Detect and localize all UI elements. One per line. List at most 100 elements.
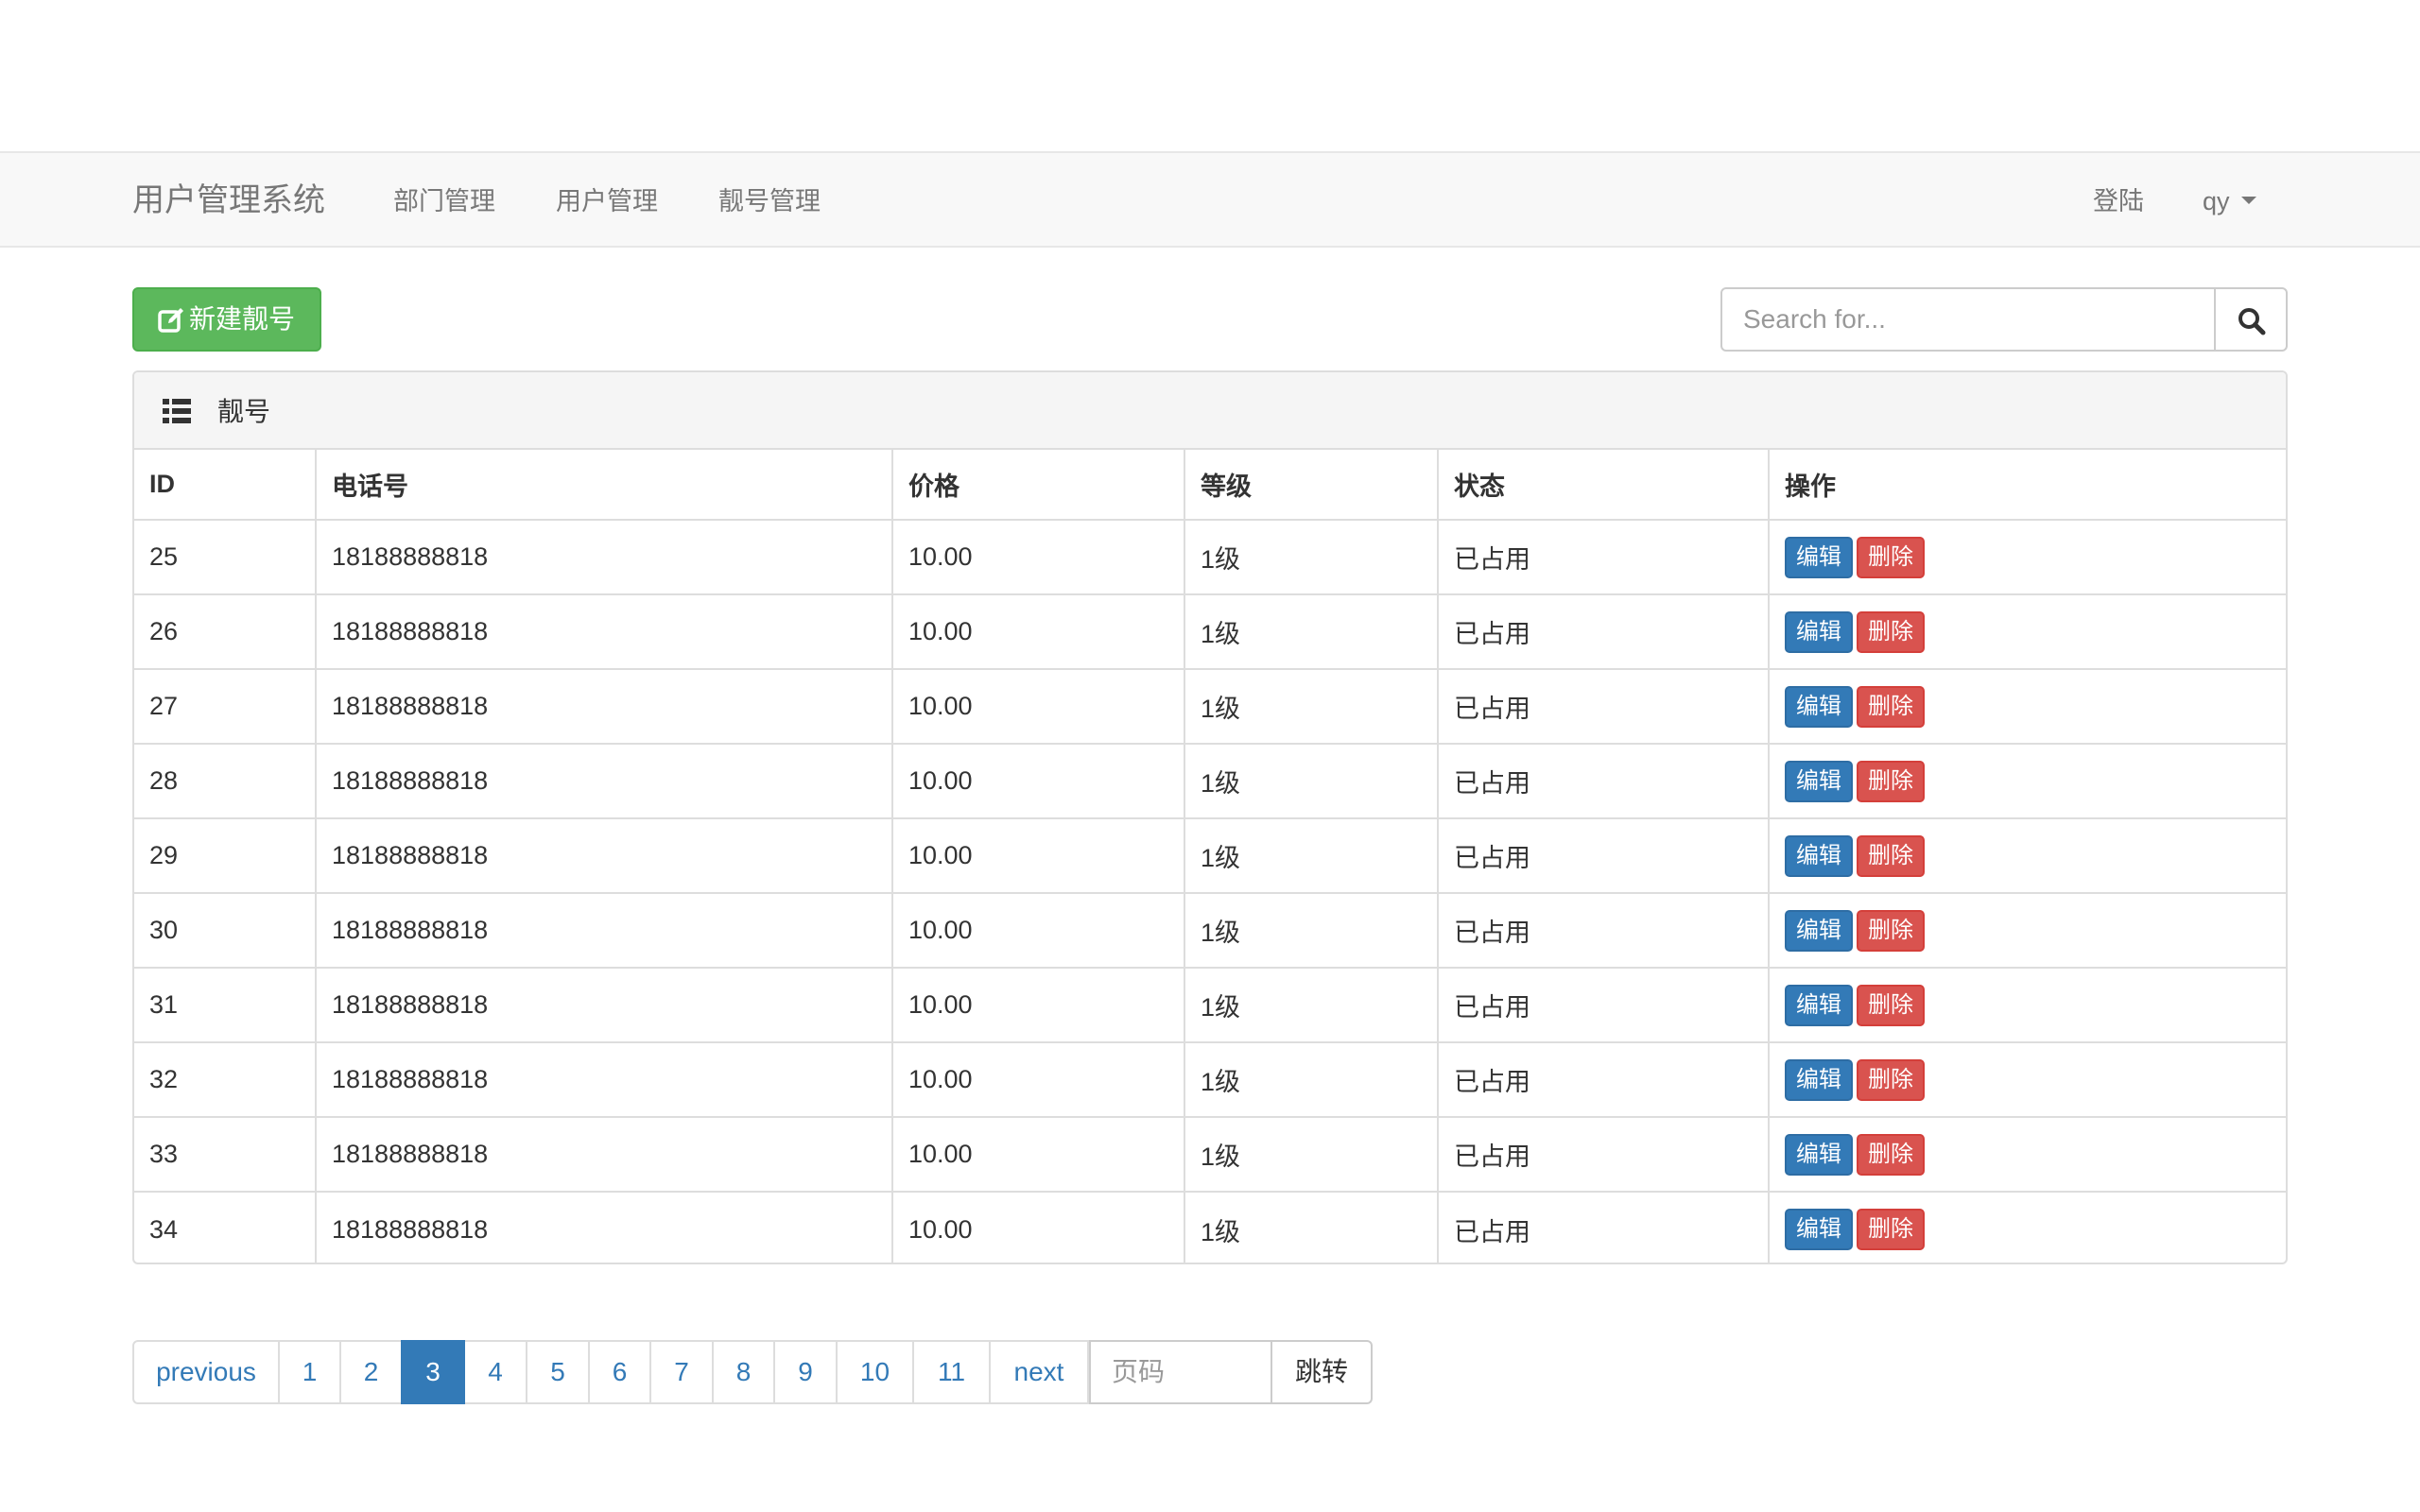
page-previous[interactable]: previous: [132, 1340, 280, 1404]
cell-actions: 编辑 删除: [1769, 893, 2286, 969]
cell-price: 10.00: [892, 594, 1185, 670]
cell-level: 1级: [1184, 1117, 1439, 1193]
brand[interactable]: 用户管理系统: [132, 179, 325, 222]
cell-mobile: 18188888818: [316, 1117, 893, 1193]
search-input[interactable]: [1720, 287, 2216, 352]
page-6[interactable]: 6: [588, 1340, 651, 1404]
user-menu[interactable]: qy: [2203, 184, 2256, 218]
edit-button[interactable]: 编辑: [1785, 909, 1853, 952]
edit-button[interactable]: 编辑: [1785, 984, 1853, 1026]
delete-button[interactable]: 删除: [1857, 685, 1925, 728]
cell-status: 已占用: [1438, 1192, 1770, 1263]
page-1[interactable]: 1: [278, 1340, 341, 1404]
delete-button[interactable]: 删除: [1857, 984, 1925, 1026]
table-row: 29 18188888818 10.00 1级 已占用 编辑 删除: [134, 818, 2286, 894]
cell-status: 已占用: [1438, 669, 1770, 745]
caret-down-icon: [2240, 196, 2256, 204]
page-9[interactable]: 9: [773, 1340, 838, 1404]
pretty-number-panel: 靓号 ID 电话号 价格 等级 状态 操作 25 18188888818 10.00…: [132, 370, 2288, 1264]
column-header-mobile: 电话号: [316, 450, 893, 521]
cell-status: 已占用: [1438, 818, 1770, 894]
page-8[interactable]: 8: [712, 1340, 775, 1404]
table-row: 30 18188888818 10.00 1级 已占用 编辑 删除: [134, 893, 2286, 969]
table-row: 34 18188888818 10.00 1级 已占用 编辑 删除: [134, 1192, 2286, 1263]
cell-level: 1级: [1184, 669, 1439, 745]
edit-button[interactable]: 编辑: [1785, 1133, 1853, 1176]
cell-level: 1级: [1184, 594, 1439, 670]
cell-actions: 编辑 删除: [1769, 968, 2286, 1043]
cell-status: 已占用: [1438, 594, 1770, 670]
edit-button[interactable]: 编辑: [1785, 760, 1853, 802]
nav-link-department[interactable]: 部门管理: [393, 184, 495, 218]
page-5[interactable]: 5: [526, 1340, 590, 1404]
edit-button[interactable]: 编辑: [1785, 1058, 1853, 1101]
nav-link-pretty-number[interactable]: 靓号管理: [718, 184, 821, 218]
search-button[interactable]: [2214, 287, 2288, 352]
cell-mobile: 18188888818: [316, 594, 893, 670]
column-header-id: ID: [134, 450, 317, 521]
table-row: 32 18188888818 10.00 1级 已占用 编辑 删除: [134, 1042, 2286, 1118]
page-3[interactable]: 3: [401, 1340, 465, 1404]
nav-link-user[interactable]: 用户管理: [556, 184, 658, 218]
cell-actions: 编辑 删除: [1769, 744, 2286, 819]
cell-mobile: 18188888818: [316, 520, 893, 595]
cell-id: 30: [134, 893, 317, 969]
cell-id: 33: [134, 1117, 317, 1193]
column-header-level: 等级: [1184, 450, 1439, 521]
page-next[interactable]: next: [989, 1340, 1089, 1404]
page-11[interactable]: 11: [912, 1340, 991, 1404]
cell-actions: 编辑 删除: [1769, 818, 2286, 894]
cell-id: 32: [134, 1042, 317, 1118]
new-number-button[interactable]: 新建靓号: [132, 287, 321, 352]
cell-mobile: 18188888818: [316, 1042, 893, 1118]
cell-price: 10.00: [892, 1192, 1185, 1263]
table-row: 27 18188888818 10.00 1级 已占用 编辑 删除: [134, 669, 2286, 745]
column-header-actions: 操作: [1769, 450, 2286, 521]
edit-button[interactable]: 编辑: [1785, 536, 1853, 578]
page-jump-button[interactable]: 跳转: [1272, 1340, 1373, 1404]
cell-price: 10.00: [892, 893, 1185, 969]
table-row: 25 18188888818 10.00 1级 已占用 编辑 删除: [134, 520, 2286, 595]
search-group: [1720, 287, 2288, 352]
cell-level: 1级: [1184, 893, 1439, 969]
column-header-price: 价格: [892, 450, 1185, 521]
delete-button[interactable]: 删除: [1857, 834, 1925, 877]
cell-id: 26: [134, 594, 317, 670]
page-jump-input[interactable]: [1089, 1340, 1272, 1404]
table-row: 33 18188888818 10.00 1级 已占用 编辑 删除: [134, 1117, 2286, 1193]
cell-status: 已占用: [1438, 744, 1770, 819]
page-4[interactable]: 4: [463, 1340, 527, 1404]
edit-button[interactable]: 编辑: [1785, 834, 1853, 877]
cell-mobile: 18188888818: [316, 1192, 893, 1263]
page-10[interactable]: 10: [836, 1340, 914, 1404]
cell-actions: 编辑 删除: [1769, 1117, 2286, 1193]
user-name: qy: [2203, 187, 2230, 215]
table-header-row: ID 电话号 价格 等级 状态 操作: [134, 450, 2286, 521]
cell-id: 25: [134, 520, 317, 595]
delete-button[interactable]: 删除: [1857, 1209, 1925, 1250]
cell-status: 已占用: [1438, 968, 1770, 1043]
page-7[interactable]: 7: [649, 1340, 714, 1404]
delete-button[interactable]: 删除: [1857, 610, 1925, 653]
delete-button[interactable]: 删除: [1857, 1058, 1925, 1101]
table-row: 31 18188888818 10.00 1级 已占用 编辑 删除: [134, 968, 2286, 1043]
delete-button[interactable]: 删除: [1857, 536, 1925, 578]
login-link[interactable]: 登陆: [2093, 184, 2144, 218]
cell-id: 28: [134, 744, 317, 819]
cell-status: 已占用: [1438, 520, 1770, 595]
cell-price: 10.00: [892, 744, 1185, 819]
page-2[interactable]: 2: [339, 1340, 403, 1404]
pretty-number-table: ID 电话号 价格 等级 状态 操作 25 18188888818 10.00 1级已…: [134, 450, 2286, 1263]
new-number-label: 新建靓号: [189, 304, 296, 334]
cell-level: 1级: [1184, 744, 1439, 819]
cell-price: 10.00: [892, 818, 1185, 894]
edit-button[interactable]: 编辑: [1785, 610, 1853, 653]
delete-button[interactable]: 删除: [1857, 760, 1925, 802]
cell-actions: 编辑 删除: [1769, 1192, 2286, 1263]
delete-button[interactable]: 删除: [1857, 1133, 1925, 1176]
edit-button[interactable]: 编辑: [1785, 1209, 1853, 1250]
delete-button[interactable]: 删除: [1857, 909, 1925, 952]
edit-button[interactable]: 编辑: [1785, 685, 1853, 728]
cell-price: 10.00: [892, 520, 1185, 595]
cell-actions: 编辑 删除: [1769, 1042, 2286, 1118]
